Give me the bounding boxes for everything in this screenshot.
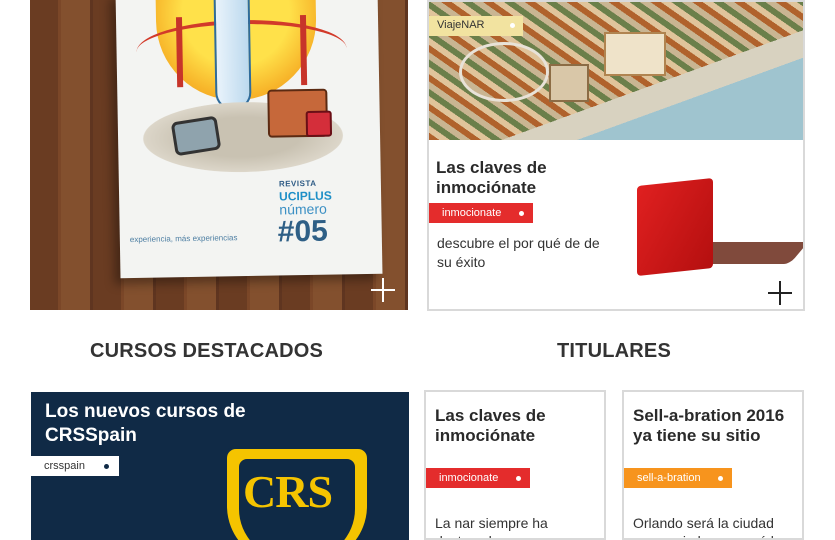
titular-title[interactable]: Las claves de inmociónate [435, 406, 600, 446]
titular-title[interactable]: Sell-a-bration 2016 ya tiene su sitio [633, 406, 798, 446]
magazine-issue-number: #05 [277, 214, 329, 249]
course-card[interactable]: Los nuevos cursos de CRSSpain crsspain C… [31, 392, 409, 540]
building-illustration [549, 64, 589, 102]
category-tag-label: inmocionate [442, 207, 502, 219]
titular-card[interactable]: Las claves de inmociónate inmocionate La… [424, 390, 606, 540]
dot-icon [519, 211, 524, 216]
tv-illustration [170, 115, 222, 157]
rollercoaster-illustration [459, 42, 549, 102]
magazine-tagline: experiencia, más experiencias [129, 233, 238, 245]
category-tag-label: crsspain [44, 460, 85, 472]
dot-icon [510, 23, 515, 28]
viaje-card[interactable]: ViajeNAR Las claves de inmociónate inmoc… [427, 0, 805, 311]
titular-card[interactable]: Sell-a-bration 2016 ya tiene su sitio se… [622, 390, 804, 540]
category-tag-label: sell-a-bration [637, 472, 701, 484]
category-tag-label: inmocionate [439, 472, 499, 484]
dot-icon [516, 476, 521, 481]
section-heading-titulares: TITULARES [557, 340, 672, 362]
category-tag[interactable]: inmocionate [429, 203, 533, 223]
plus-icon[interactable] [768, 281, 792, 305]
dot-icon [718, 476, 723, 481]
magazine-revista-label: REVISTA [278, 178, 317, 189]
red-cube-image [637, 178, 713, 276]
course-title[interactable]: Los nuevos cursos de CRSSpain [45, 400, 275, 448]
article-title[interactable]: Las claves de inmociónate [436, 158, 596, 198]
article-description: descubre el por qué de de su éxito [437, 235, 600, 270]
category-tag[interactable]: crsspain [31, 456, 119, 476]
surfboard-illustration [213, 0, 252, 111]
titular-excerpt: La nar siempre ha destacado por escoger [435, 515, 577, 538]
magazine-card[interactable]: REVISTA UCIPLUS número #05 experiencia, … [30, 0, 408, 310]
crs-logo-text: CRS [243, 466, 333, 517]
plus-icon[interactable] [371, 278, 395, 302]
dot-icon [104, 464, 109, 469]
building-illustration [604, 32, 666, 76]
category-tag[interactable]: sell-a-bration [624, 468, 732, 488]
section-heading-cursos: CURSOS DESTACADOS [90, 340, 324, 362]
category-tag-label: ViajeNAR [437, 19, 485, 31]
category-tag[interactable]: ViajeNAR [429, 16, 523, 36]
magazine-cover-image: REVISTA UCIPLUS número #05 experiencia, … [115, 0, 383, 279]
category-tag[interactable]: inmocionate [426, 468, 530, 488]
titular-excerpt: Orlando será la ciudad que acoja la que … [633, 515, 782, 538]
bag-illustration [305, 110, 333, 138]
crs-shield-logo: CRS [224, 446, 370, 540]
